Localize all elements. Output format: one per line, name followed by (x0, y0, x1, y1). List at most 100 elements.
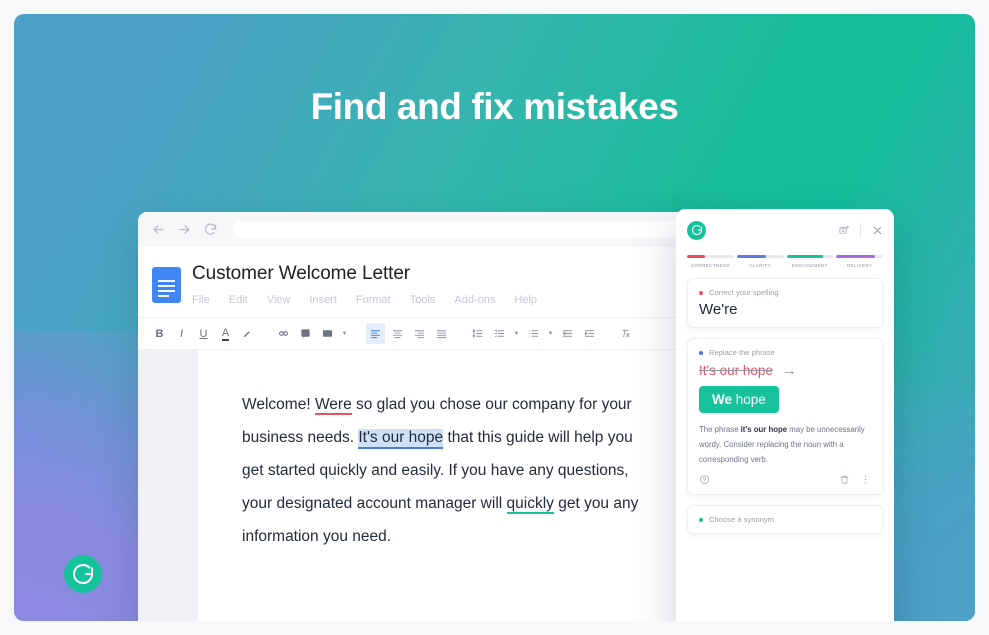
google-docs-icon (152, 267, 181, 303)
grammarly-assistant-panel: CORRECTNESS CLARITY ENGAGEMENT DELIVERY … (676, 209, 894, 621)
explanation-pre: The phrase (699, 425, 741, 434)
explanation-highlight: it's our hope (740, 425, 788, 434)
toolbar-separator-3 (454, 323, 465, 344)
insert-link-button[interactable] (274, 323, 293, 344)
clear-formatting-button[interactable] (616, 323, 635, 344)
browser-chrome-bar (138, 212, 750, 247)
question-circle-icon[interactable] (699, 474, 710, 485)
grammarly-logo-badge (64, 555, 102, 593)
menu-item-file[interactable]: File (192, 294, 210, 306)
line-spacing-button[interactable] (468, 323, 487, 344)
replacement-bold: We (712, 392, 733, 407)
toolbar-separator (260, 323, 271, 344)
grammarly-g-icon (73, 564, 94, 584)
card-title: Replace the phrase (709, 348, 775, 357)
assistant-settings-icon[interactable] (838, 225, 849, 236)
clarity-bar (736, 255, 784, 258)
category-label: CLARITY (749, 263, 772, 268)
grammarly-g-icon (687, 220, 706, 240)
category-label: CORRECTNESS (690, 263, 730, 268)
address-bar[interactable] (233, 221, 737, 238)
replacement-rest: hope (732, 392, 766, 407)
card-header: Replace the phrase (699, 348, 871, 357)
menu-item-format[interactable]: Format (356, 294, 391, 306)
card-header: Correct your spelling (699, 288, 871, 297)
close-icon[interactable] (872, 225, 883, 236)
more-vertical-icon[interactable] (860, 474, 871, 485)
reload-icon[interactable] (203, 222, 218, 237)
text-segment-1: Welcome! (242, 396, 315, 413)
suggestion-card-clarity[interactable]: Replace the phrase It's our hope → We ho… (687, 338, 883, 495)
card-title: Choose a synonym (709, 515, 775, 524)
align-justify-button[interactable] (432, 323, 451, 344)
numbered-list-caret-icon[interactable]: ▼ (512, 323, 521, 344)
menu-item-help[interactable]: Help (514, 294, 537, 306)
document-text[interactable]: Welcome! Were so glad you chose our comp… (242, 388, 652, 553)
card-actions (699, 474, 871, 485)
correctness-dot-icon (699, 290, 703, 295)
category-correctness[interactable]: CORRECTNESS (687, 255, 734, 268)
insert-image-button[interactable] (318, 323, 337, 344)
browser-window: Customer Welcome Letter File Edit View I… (138, 212, 750, 621)
toolbar-separator-4 (602, 323, 613, 344)
bulleted-list-button[interactable] (524, 323, 543, 344)
replacement-row: It's our hope → (699, 362, 871, 379)
trash-icon[interactable] (839, 474, 850, 485)
suggested-replacement[interactable]: We're (699, 301, 871, 318)
bold-button[interactable]: B (150, 323, 169, 344)
category-engagement[interactable]: ENGAGEMENT (786, 255, 834, 268)
menu-item-add-ons[interactable]: Add-ons (454, 294, 495, 306)
align-left-button[interactable] (366, 323, 385, 344)
suggestion-explanation: The phrase it's our hope may be unnecess… (699, 422, 871, 467)
increase-indent-button[interactable] (580, 323, 599, 344)
document-page[interactable]: Welcome! Were so glad you chose our comp… (198, 350, 696, 621)
delivery-bar (836, 255, 883, 258)
category-clarity[interactable]: CLARITY (736, 255, 784, 268)
panel-header (687, 209, 883, 247)
document-header: Customer Welcome Letter File Edit View I… (138, 247, 750, 306)
align-center-button[interactable] (388, 323, 407, 344)
correctness-bar (687, 255, 734, 258)
document-menubar: File Edit View Insert Format Tools Add-o… (192, 294, 537, 306)
card-header: Choose a synonym (699, 515, 871, 524)
panel-header-divider (860, 223, 861, 237)
clarity-dot-icon (699, 350, 703, 355)
arrow-right-icon: → (781, 362, 797, 379)
score-categories: CORRECTNESS CLARITY ENGAGEMENT DELIVERY (687, 255, 883, 268)
decrease-indent-button[interactable] (558, 323, 577, 344)
toolbar-separator-2 (352, 323, 363, 344)
promo-hero-card: Find and fix mistakes Customer Welcome L… (14, 14, 975, 621)
page-title: Find and fix mistakes (310, 86, 679, 127)
italic-button[interactable]: I (172, 323, 191, 344)
original-phrase: It's our hope (699, 363, 773, 378)
bulleted-list-caret-icon[interactable]: ▼ (546, 323, 555, 344)
clarity-error-its-our-hope[interactable]: It's our hope (358, 429, 444, 449)
category-label: DELIVERY (846, 263, 873, 268)
arrow-right-icon[interactable] (177, 222, 192, 237)
menu-item-edit[interactable]: Edit (229, 294, 248, 306)
document-canvas: Welcome! Were so glad you chose our comp… (138, 350, 750, 621)
apply-suggestion-button[interactable]: We hope (699, 386, 779, 413)
document-toolbar: B I U A ▼ ▼ ▼ (138, 317, 750, 350)
document-title: Customer Welcome Letter (192, 263, 411, 284)
suggestion-card-synonym[interactable]: Choose a synonym (687, 505, 883, 534)
menu-item-insert[interactable]: Insert (309, 294, 337, 306)
engagement-dot-icon (699, 517, 703, 522)
category-delivery[interactable]: DELIVERY (836, 255, 883, 268)
engagement-error-quickly[interactable]: quickly (506, 495, 554, 514)
arrow-left-icon[interactable] (151, 222, 166, 237)
highlight-color-button[interactable] (238, 323, 257, 344)
align-right-button[interactable] (410, 323, 429, 344)
menu-item-tools[interactable]: Tools (410, 294, 436, 306)
underline-button[interactable]: U (194, 323, 213, 344)
suggestion-card-spelling[interactable]: Correct your spelling We're (687, 278, 883, 328)
numbered-list-button[interactable] (490, 323, 509, 344)
spelling-error-were[interactable]: Were (314, 396, 352, 415)
menu-item-view[interactable]: View (267, 294, 291, 306)
engagement-bar (786, 255, 834, 258)
add-comment-button[interactable] (296, 323, 315, 344)
category-label: ENGAGEMENT (791, 263, 828, 268)
image-options-caret-icon[interactable]: ▼ (340, 323, 349, 344)
card-title: Correct your spelling (709, 288, 779, 297)
text-color-button[interactable]: A (216, 323, 235, 344)
